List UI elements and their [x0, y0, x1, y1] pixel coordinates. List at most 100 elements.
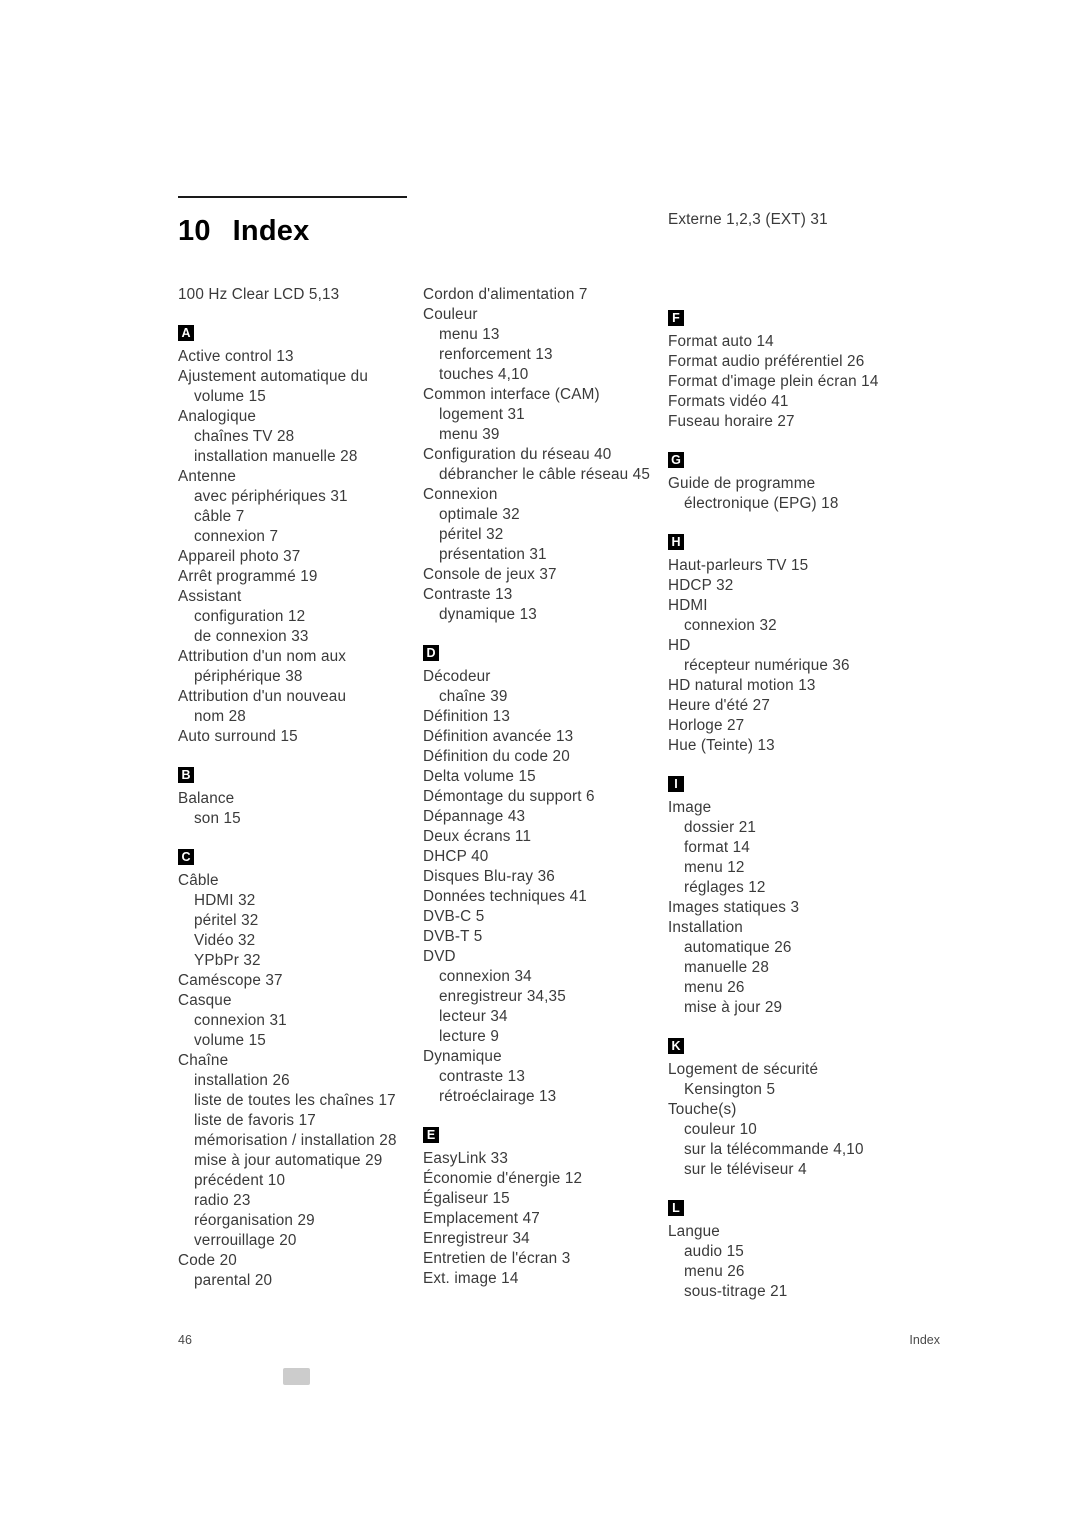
- index-entry: Touche(s): [668, 1101, 737, 1118]
- index-entry: Casque: [178, 992, 232, 1009]
- letter-badge-g: G: [668, 452, 684, 468]
- index-entry: Ext. image 14: [423, 1270, 519, 1287]
- index-letter-heading: A: [178, 325, 418, 345]
- index-entry: Format audio préférentiel 26: [668, 353, 865, 370]
- index-letter-heading: B: [178, 767, 418, 787]
- index-entry: Dépannage 43: [423, 808, 526, 825]
- index-column-1: 100 Hz Clear LCD 5,13 A Active control 13 A…: [178, 285, 418, 1291]
- index-entry: Définition avancée 13: [423, 728, 574, 745]
- index-entry: HDMI: [668, 597, 708, 614]
- index-subentry: connexion 34: [439, 968, 532, 985]
- index-entry: HD natural motion 13: [668, 677, 816, 694]
- index-entry: DHCP 40: [423, 848, 489, 865]
- chapter-number: 10: [178, 215, 211, 247]
- index-subentry: avec périphériques 31: [194, 488, 348, 505]
- index-subentry: connexion 32: [684, 617, 777, 634]
- index-subentry: radio 23: [194, 1192, 251, 1209]
- index-entry: Fuseau horaire 27: [668, 413, 795, 430]
- index-subentry: mémorisation / installation 28: [194, 1132, 397, 1149]
- index-subentry: Kensington 5: [684, 1081, 776, 1098]
- letter-badge-h: H: [668, 534, 684, 550]
- index-subentry: son 15: [194, 810, 241, 827]
- index-entry: Attribution d'un nouveau: [178, 688, 347, 705]
- letter-badge-f: F: [668, 310, 684, 326]
- index-entry: Assistant: [178, 588, 242, 605]
- index-entry: Analogique: [178, 408, 257, 425]
- index-subentry: chaîne 39: [439, 688, 508, 705]
- index-subentry: menu 39: [439, 426, 500, 443]
- index-entry: EasyLink 33: [423, 1150, 508, 1167]
- footer-page-number: 46: [178, 1333, 192, 1347]
- index-entry: Démontage du support 6: [423, 788, 595, 805]
- index-entry: Deux écrans 11: [423, 828, 532, 845]
- index-subentry: audio 15: [684, 1243, 744, 1260]
- index-subentry: renforcement 13: [439, 346, 553, 363]
- index-entry: Contraste 13: [423, 586, 513, 603]
- letter-badge-d: D: [423, 645, 439, 661]
- letter-badge-e: E: [423, 1127, 439, 1143]
- index-subentry: menu 13: [439, 326, 500, 343]
- index-subentry: nom 28: [194, 708, 246, 725]
- index-subentry: menu 12: [684, 859, 745, 876]
- index-entry: Image: [668, 799, 712, 816]
- index-entry: Connexion: [423, 486, 498, 503]
- index-subentry: lecture 9: [439, 1028, 500, 1045]
- index-subentry: YPbPr 32: [194, 952, 261, 969]
- index-subentry: débrancher le câble réseau 45: [439, 466, 650, 483]
- index-entry: Heure d'été 27: [668, 697, 770, 714]
- index-letter-heading: C: [178, 849, 418, 869]
- index-entry: Balance: [178, 790, 235, 807]
- index-subentry: périphérique 38: [194, 668, 303, 685]
- index-subentry: mise à jour 29: [684, 999, 783, 1016]
- index-subentry: rétroéclairage 13: [439, 1088, 557, 1105]
- index-spacer: [668, 270, 908, 290]
- index-subentry: connexion 31: [194, 1012, 287, 1029]
- index-entry: HDCP 32: [668, 577, 734, 594]
- index-subentry: menu 26: [684, 1263, 745, 1280]
- heading-rule: [178, 196, 407, 198]
- index-subentry: mise à jour automatique 29: [194, 1152, 383, 1169]
- index-subentry: volume 15: [194, 388, 266, 405]
- index-entry: Emplacement 47: [423, 1210, 540, 1227]
- index-letter-heading: I: [668, 776, 908, 796]
- index-subentry: HDMI 32: [194, 892, 256, 909]
- index-entry: DVD: [423, 948, 456, 965]
- index-subentry: volume 15: [194, 1032, 266, 1049]
- index-subentry: sur le téléviseur 4: [684, 1161, 807, 1178]
- index-entry: Format d'image plein écran 14: [668, 373, 879, 390]
- index-spacer: [668, 230, 908, 250]
- index-subentry: installation manuelle 28: [194, 448, 358, 465]
- index-entry: Ajustement automatique du: [178, 368, 368, 385]
- index-subentry: Vidéo 32: [194, 932, 256, 949]
- index-subentry: présentation 31: [439, 546, 547, 563]
- index-entry: Entretien de l'écran 3: [423, 1250, 571, 1267]
- index-subentry: précédent 10: [194, 1172, 286, 1189]
- index-entry: Code 20: [178, 1252, 237, 1269]
- index-subentry: menu 26: [684, 979, 745, 996]
- index-letter-heading: H: [668, 534, 908, 554]
- index-subentry: récepteur numérique 36: [684, 657, 850, 674]
- index-subentry: de connexion 33: [194, 628, 309, 645]
- letter-badge-k: K: [668, 1038, 684, 1054]
- index-subentry: péritel 32: [439, 526, 504, 543]
- index-entry: Horloge 27: [668, 717, 745, 734]
- index-subentry: contraste 13: [439, 1068, 525, 1085]
- index-subentry: électronique (EPG) 18: [684, 495, 839, 512]
- index-entry: Logement de sécurité: [668, 1061, 819, 1078]
- index-subentry: manuelle 28: [684, 959, 769, 976]
- index-entry: Décodeur: [423, 668, 491, 685]
- index-entry: Disques Blu-ray 36: [423, 868, 555, 885]
- index-page: 10 Index 100 Hz Clear LCD 5,13 A Active con…: [0, 0, 1080, 1528]
- index-entry: Installation: [668, 919, 743, 936]
- index-subentry: sur la télécommande 4,10: [684, 1141, 864, 1158]
- index-letter-heading: D: [423, 645, 663, 665]
- index-entry: Couleur: [423, 306, 478, 323]
- index-subentry: câble 7: [194, 508, 245, 525]
- index-letter-heading: E: [423, 1127, 663, 1147]
- index-entry: Guide de programme: [668, 475, 816, 492]
- index-entry: Configuration du réseau 40: [423, 446, 612, 463]
- index-subentry: chaînes TV 28: [194, 428, 295, 445]
- index-subentry: sous-titrage 21: [684, 1283, 788, 1300]
- index-entry: Caméscope 37: [178, 972, 283, 989]
- index-subentry: connexion 7: [194, 528, 279, 545]
